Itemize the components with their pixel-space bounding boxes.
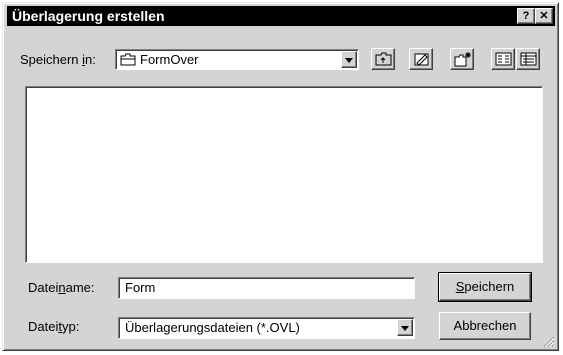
lookin-label-part: n: bbox=[85, 52, 96, 67]
lookin-dropdown-button[interactable] bbox=[341, 51, 357, 68]
filetype-value: Überlagerungsdateien (*.OVL) bbox=[125, 320, 300, 335]
save-button[interactable]: Speichern bbox=[438, 272, 532, 302]
save-dialog: Überlagerung erstellen ? ✕ Speichern in:… bbox=[2, 2, 559, 351]
filename-label: Dateiname: bbox=[28, 280, 95, 295]
save-button-label: peichern bbox=[464, 279, 515, 294]
lookin-combo[interactable]: FormOver bbox=[115, 49, 359, 70]
resize-grip-icon[interactable] bbox=[543, 335, 555, 348]
filename-value: Form bbox=[125, 280, 156, 295]
cancel-button[interactable]: Abbrechen bbox=[439, 312, 531, 340]
details-view-button[interactable] bbox=[516, 48, 540, 70]
filetype-label-part: yp: bbox=[61, 319, 80, 334]
help-button[interactable]: ? bbox=[517, 8, 535, 24]
folder-up-button[interactable] bbox=[371, 48, 395, 70]
window-title: Überlagerung erstellen bbox=[12, 8, 165, 24]
filetype-label: Dateityp: bbox=[28, 319, 79, 334]
filetype-label-part: Datei bbox=[28, 319, 59, 334]
lookin-label: Speichern in: bbox=[20, 52, 96, 67]
filetype-combo[interactable]: Überlagerungsdateien (*.OVL) bbox=[118, 317, 415, 339]
close-button[interactable]: ✕ bbox=[535, 8, 553, 24]
file-list[interactable] bbox=[25, 86, 543, 263]
lookin-label-part: Speichern bbox=[20, 52, 83, 67]
filename-label-part: Datei bbox=[28, 280, 59, 295]
title-bar[interactable]: Überlagerung erstellen ? ✕ bbox=[7, 6, 555, 26]
filetype-dropdown-button[interactable] bbox=[397, 319, 413, 336]
folder-icon bbox=[120, 53, 136, 71]
filename-input[interactable]: Form bbox=[118, 277, 415, 299]
filename-label-part: ame: bbox=[65, 280, 95, 295]
filename-label-hotkey: n bbox=[58, 280, 66, 295]
desktop-button[interactable] bbox=[409, 48, 433, 70]
list-view-button[interactable] bbox=[491, 48, 515, 70]
lookin-value: FormOver bbox=[140, 52, 199, 67]
new-folder-button[interactable] bbox=[450, 48, 474, 70]
